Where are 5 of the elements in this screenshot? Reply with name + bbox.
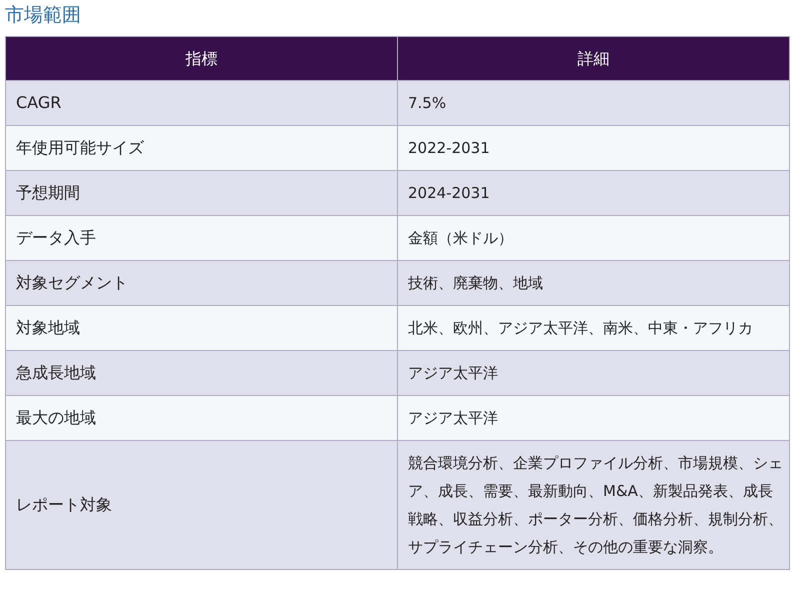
table-cell: 競合環境分析、企業プロファイル分析、市場規模、シェア、成長、需要、最新動向、M&A、新製品発表、成長戦略、収益分析、ポーター分析、価格分析、規制分析、サプライチェーン分析、その他の重要な洞察。 xyxy=(398,440,790,570)
column-header: 指標 xyxy=(6,36,398,80)
section-title: 市場範囲 xyxy=(5,3,81,28)
column-header: 詳細 xyxy=(398,36,790,80)
table-cell: レポート対象 xyxy=(6,440,398,570)
